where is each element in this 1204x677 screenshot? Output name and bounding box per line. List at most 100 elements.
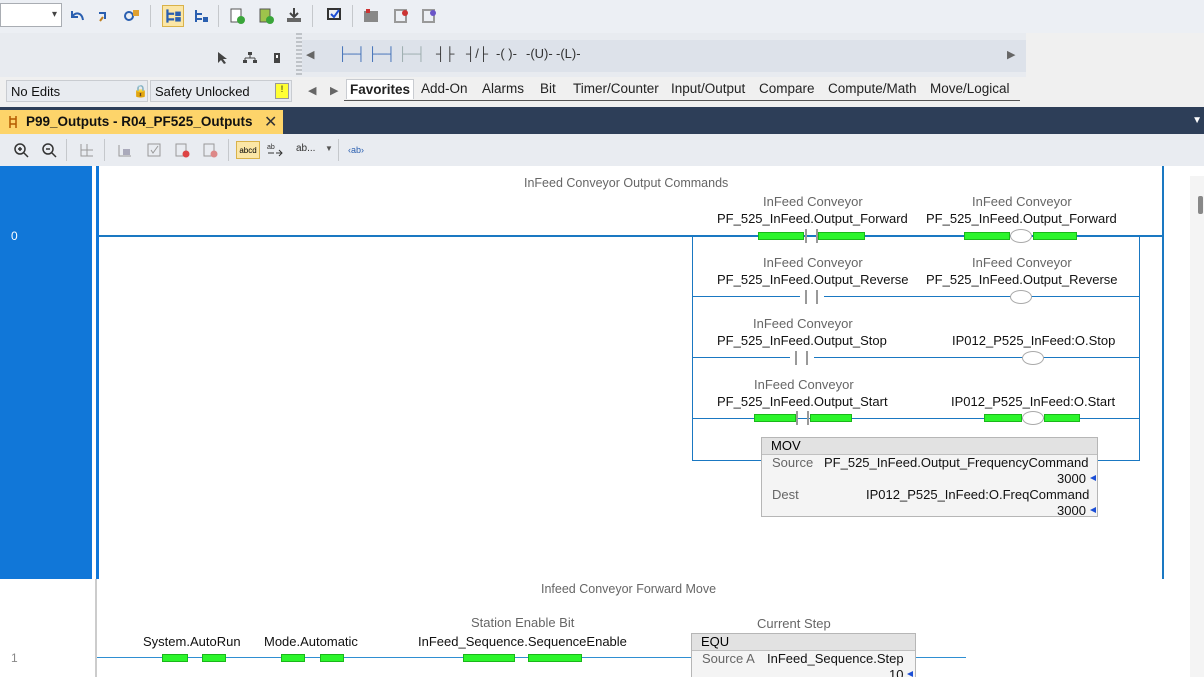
tab-move-logical[interactable]: Move/Logical — [930, 81, 1010, 96]
tab-compute-math[interactable]: Compute/Math — [828, 81, 917, 96]
tab-favorites[interactable]: Favorites — [346, 79, 415, 99]
rung-accept-icon[interactable] — [145, 141, 163, 159]
online-icon[interactable] — [325, 6, 343, 24]
tab-bit[interactable]: Bit — [540, 81, 556, 96]
safety-status-label: Safety Unlocked — [155, 84, 250, 99]
vertical-scrollbar[interactable] — [1190, 176, 1204, 677]
mov-dest-tag[interactable]: IP012_P525_InFeed:O.FreqCommand — [866, 487, 1089, 502]
device-icon[interactable] — [272, 51, 282, 65]
otu-instruction[interactable]: -(U)- — [526, 46, 553, 61]
rung-instruction[interactable]: ├─┤ — [338, 46, 366, 61]
grid-icon[interactable] — [78, 141, 96, 159]
tab-alarms[interactable]: Alarms — [482, 81, 524, 96]
branch-4-coil-tag[interactable]: IP012_P525_InFeed:O.Start — [951, 394, 1115, 409]
branch-2-contact-desc: InFeed Conveyor — [763, 255, 863, 270]
branch-1-coil-tag[interactable]: PF_525_InFeed.Output_Forward — [926, 211, 1117, 226]
rung-0-gutter[interactable] — [0, 166, 92, 579]
tree-icon[interactable] — [162, 5, 184, 27]
redo-icon[interactable] — [95, 7, 113, 25]
show-descriptions-button[interactable]: abcd — [236, 141, 260, 159]
close-icon[interactable]: ✕ — [264, 112, 277, 132]
tag-format-dropdown[interactable]: ab... — [296, 143, 315, 154]
value-arrow-icon — [1090, 507, 1096, 513]
rung-1-comment: Infeed Conveyor Forward Move — [541, 582, 717, 596]
branch-2-contact[interactable] — [800, 290, 824, 304]
scroll-left-icon[interactable]: ◀ — [306, 48, 314, 61]
otl-instruction[interactable]: -(L)- — [556, 46, 581, 61]
branch-2-wire — [692, 296, 1140, 297]
routine-icon — [9, 116, 17, 128]
zoom-in-icon[interactable] — [12, 141, 30, 159]
mov-source-label: Source — [772, 455, 814, 470]
equ-source-tag[interactable]: InFeed_Sequence.Step — [767, 651, 904, 666]
branch-1-contact-tag[interactable]: PF_525_InFeed.Output_Forward — [717, 211, 908, 226]
verify-icon[interactable] — [228, 7, 246, 25]
branch-2-contact-tag[interactable]: PF_525_InFeed.Output_Reverse — [717, 272, 909, 287]
tabs-scroll-right-icon[interactable]: ▶ — [330, 84, 338, 97]
rung-0-number: 0 — [11, 229, 18, 243]
rung-1-contact-automatic[interactable]: Mode.Automatic — [264, 634, 358, 649]
branch-2-coil-tag[interactable]: PF_525_InFeed.Output_Reverse — [926, 272, 1118, 287]
branch-3-contact-tag[interactable]: PF_525_InFeed.Output_Stop — [717, 333, 887, 348]
equ-block[interactable]: EQU Source A InFeed_Sequence.Step 10 — [691, 633, 916, 677]
verify-all-icon[interactable] — [257, 7, 275, 25]
branch-3-coil-tag[interactable]: IP012_P525_InFeed:O.Stop — [952, 333, 1115, 348]
rung-1-number: 1 — [11, 651, 18, 665]
branch-1-coil[interactable] — [1010, 229, 1032, 243]
ote-instruction[interactable]: -( )- — [496, 46, 517, 61]
document-tab[interactable]: P99_Outputs - R04_PF525_Outputs ✕ — [0, 110, 283, 134]
branch-2-contact-left-bar — [805, 290, 807, 304]
branch-4-contact-desc: InFeed Conveyor — [754, 377, 854, 392]
rung-add-icon[interactable] — [116, 141, 134, 159]
tag-combo[interactable]: ▾ — [0, 3, 62, 27]
rung-delete-icon[interactable] — [201, 141, 219, 159]
rung-cancel-icon[interactable] — [173, 141, 191, 159]
tabs-scroll-left-icon[interactable]: ◀ — [308, 84, 316, 97]
pointer-icon[interactable] — [215, 51, 229, 65]
rung-1-contact-sequence-enable[interactable]: InFeed_Sequence.SequenceEnable — [418, 634, 627, 649]
branch-1-contact-left-bar — [805, 229, 807, 243]
branch-3-contact[interactable] — [790, 351, 814, 365]
undo-icon[interactable] — [68, 7, 86, 25]
tab-timer-counter[interactable]: Timer/Counter — [573, 81, 659, 96]
network-icon[interactable] — [242, 51, 258, 65]
find-icon[interactable] — [122, 7, 140, 25]
mov-dest-value: 3000 — [1057, 503, 1086, 518]
rung-1-contact-autorun[interactable]: System.AutoRun — [143, 634, 241, 649]
tab-add-on[interactable]: Add-On — [421, 81, 468, 96]
download-icon[interactable] — [285, 6, 303, 24]
instruction-tabs: ◀ ▶ Favorites Add-On Alarms Bit Timer/Co… — [302, 78, 1026, 106]
instruction-palette: ◀ ├─┤ ├─┤ ├─┤ ┤├ ┤/├ -( )- -(U)- -(L)- ▶ — [302, 40, 1026, 72]
scroll-right-icon[interactable]: ▶ — [1007, 48, 1015, 61]
ladder-editor[interactable]: 0 1 InFeed Conveyor Output Commands InFe… — [0, 166, 1204, 677]
controller-icon[interactable] — [362, 7, 380, 25]
chevron-down-icon[interactable]: ▾ — [52, 9, 57, 20]
branch-3-contact-desc: InFeed Conveyor — [753, 316, 853, 331]
branch-2-coil[interactable] — [1010, 290, 1032, 304]
branch-4-coil[interactable] — [1022, 411, 1044, 425]
swap-tags-icon[interactable]: ab — [266, 141, 284, 159]
ladder-toolbar: abcd ab ab... ▼ ‹ab› — [0, 134, 1204, 167]
tab-compare[interactable]: Compare — [759, 81, 815, 96]
chevron-down-icon[interactable]: ▼ — [325, 144, 333, 153]
zoom-out-icon[interactable] — [40, 141, 58, 159]
branch-instruction[interactable]: ├─┤ — [368, 46, 396, 61]
scrollbar-thumb[interactable] — [1198, 196, 1203, 214]
tab-list-icon[interactable]: ▼ — [1192, 115, 1202, 126]
edit-icon[interactable] — [392, 7, 410, 25]
branch-4-contact-tag[interactable]: PF_525_InFeed.Output_Start — [717, 394, 888, 409]
xio-instruction[interactable]: ┤/├ — [466, 46, 488, 61]
safety-lock-icon[interactable]: ! — [275, 83, 289, 99]
branch-level-instruction[interactable]: ├─┤ — [398, 46, 426, 61]
shield-icon[interactable] — [420, 7, 438, 25]
mov-source-tag[interactable]: PF_525_InFeed.Output_FrequencyCommand — [824, 455, 1089, 470]
branch-2-coil-desc: InFeed Conveyor — [972, 255, 1072, 270]
tag-bracket-icon[interactable]: ‹ab› — [346, 141, 370, 159]
tab-input-output[interactable]: Input/Output — [671, 81, 745, 96]
branch-3-wire — [692, 357, 1140, 358]
tree-alt-icon[interactable] — [192, 7, 210, 25]
mov-block[interactable]: MOV Source PF_525_InFeed.Output_Frequenc… — [761, 437, 1098, 518]
branch-1-coil-energized-right — [1033, 232, 1077, 240]
branch-3-coil[interactable] — [1022, 351, 1044, 365]
xic-instruction[interactable]: ┤├ — [436, 46, 454, 61]
